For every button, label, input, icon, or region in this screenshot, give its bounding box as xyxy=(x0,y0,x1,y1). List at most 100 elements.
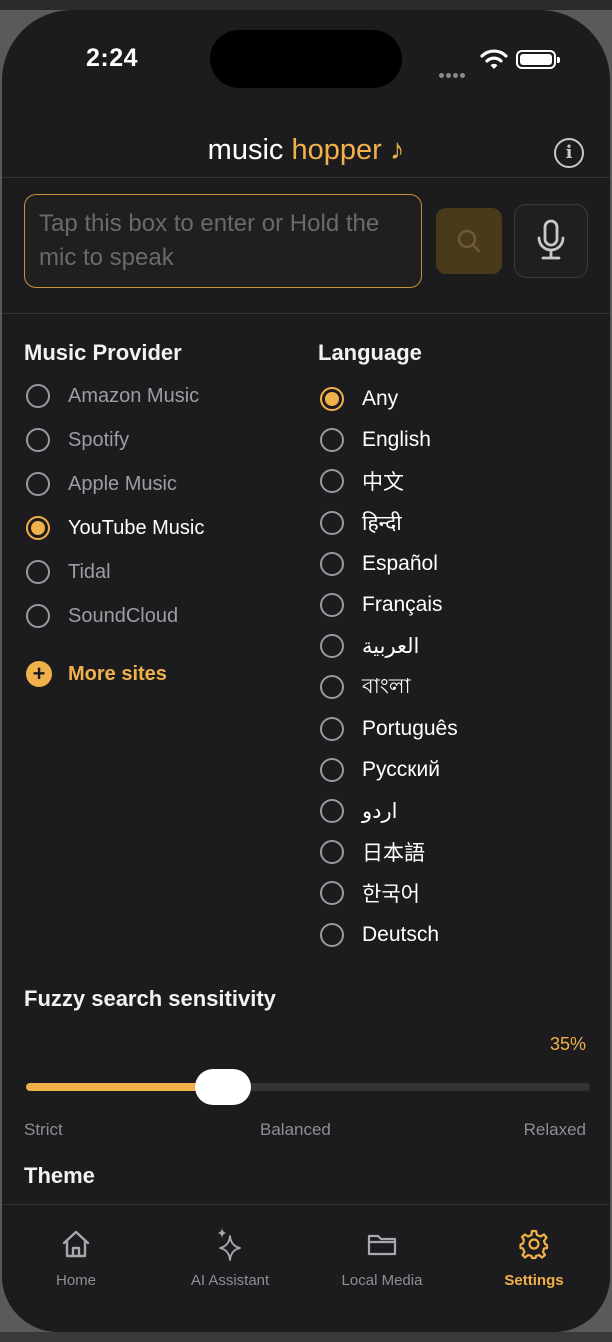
radio-label: Русский xyxy=(362,757,440,781)
language-option[interactable]: English xyxy=(320,425,431,455)
language-option[interactable]: हिन्दी xyxy=(320,508,402,538)
language-option[interactable]: 日本語 xyxy=(320,837,425,867)
radio-button[interactable] xyxy=(320,428,344,453)
header-divider xyxy=(2,177,610,178)
gear-icon xyxy=(519,1229,549,1260)
radio-button[interactable] xyxy=(26,472,50,496)
music-provider-title: Music Provider xyxy=(24,340,182,365)
radio-label: Any xyxy=(362,387,399,410)
radio-button[interactable] xyxy=(26,604,50,628)
radio-label: 中文 xyxy=(362,471,404,495)
search-input[interactable] xyxy=(39,207,399,277)
music-provider-option[interactable]: Amazon Music xyxy=(26,381,199,411)
tab-ai-assistant[interactable]: AI Assistant xyxy=(160,1227,300,1289)
music-provider-option[interactable]: Spotify xyxy=(26,425,129,455)
radio-label: Deutsch xyxy=(362,922,440,946)
tab-bar: Home AI Assistant Local Media Settings xyxy=(2,1204,610,1332)
language-option[interactable]: 한국어 xyxy=(320,878,420,908)
radio-button[interactable] xyxy=(320,387,344,411)
radio-button[interactable] xyxy=(320,634,344,659)
dynamic-island xyxy=(210,30,402,88)
search-icon xyxy=(457,229,481,253)
fuzzy-title: Fuzzy search sensitivity xyxy=(24,986,276,1011)
language-option[interactable]: Español xyxy=(320,549,438,579)
microphone-button[interactable] xyxy=(514,204,588,278)
radio-button[interactable] xyxy=(320,469,344,494)
music-provider-option[interactable]: Apple Music xyxy=(26,469,177,499)
radio-label: Apple Music xyxy=(68,472,177,495)
language-option[interactable]: Any xyxy=(320,384,398,414)
radio-label: Tidal xyxy=(68,560,111,583)
language-option[interactable]: 中文 xyxy=(320,466,404,496)
more-sites-button[interactable]: + More sites xyxy=(26,661,167,687)
cellular-signal-icon xyxy=(439,65,467,83)
language-option[interactable]: Français xyxy=(320,590,443,620)
plus-icon: + xyxy=(26,661,52,687)
radio-label: 日本語 xyxy=(362,842,425,866)
radio-button[interactable] xyxy=(320,551,344,576)
tab-settings-label: Settings xyxy=(504,1272,564,1289)
app-title-plain: music xyxy=(207,134,284,166)
more-sites-label: More sites xyxy=(68,662,167,685)
search-box[interactable] xyxy=(24,194,422,288)
radio-label: हिन्दी xyxy=(362,511,402,535)
radio-label: Português xyxy=(362,716,458,740)
status-time: 2:24 xyxy=(86,44,139,72)
music-provider-option[interactable]: Tidal xyxy=(26,557,111,587)
microphone-icon xyxy=(537,219,565,260)
radio-label: Amazon Music xyxy=(68,384,200,407)
phone-screen: 2:24 music hopper ♪ i Music Provi xyxy=(2,10,610,1332)
app-title-accent: hopper ♪ xyxy=(291,134,405,166)
radio-button[interactable] xyxy=(320,757,344,782)
fuzzy-slider-fill xyxy=(26,1083,224,1091)
language-option[interactable]: Deutsch xyxy=(320,920,439,950)
fuzzy-slider-thumb[interactable] xyxy=(195,1069,252,1105)
radio-button[interactable] xyxy=(320,840,344,865)
slider-strict-label: Strict xyxy=(24,1120,63,1139)
radio-label: اردو xyxy=(362,799,398,823)
radio-button[interactable] xyxy=(320,716,344,741)
radio-label: SoundCloud xyxy=(68,604,179,627)
radio-button[interactable] xyxy=(320,675,344,700)
language-option[interactable]: اردو xyxy=(320,796,397,826)
radio-button[interactable] xyxy=(320,799,344,823)
radio-label: YouTube Music xyxy=(68,516,205,539)
radio-button[interactable] xyxy=(320,593,344,617)
fuzzy-slider-track[interactable] xyxy=(26,1069,590,1105)
music-provider-option[interactable]: YouTube Music xyxy=(26,513,204,543)
tab-home-label: Home xyxy=(55,1272,96,1289)
device-frame-top xyxy=(0,0,612,10)
radio-label: العربية xyxy=(362,634,420,658)
fuzzy-percentage: 35% xyxy=(549,1034,586,1054)
radio-button[interactable] xyxy=(320,922,344,947)
radio-button[interactable] xyxy=(320,510,344,535)
tab-home[interactable]: Home xyxy=(6,1227,146,1289)
language-option[interactable]: العربية xyxy=(320,631,419,661)
search-button[interactable] xyxy=(436,208,502,274)
radio-label: বাংলা xyxy=(362,674,411,698)
radio-button[interactable] xyxy=(26,428,50,452)
theme-title: Theme xyxy=(24,1163,95,1188)
battery-icon xyxy=(516,50,560,69)
music-provider-option[interactable]: SoundCloud xyxy=(26,601,178,631)
info-icon[interactable]: i xyxy=(554,138,584,168)
radio-button[interactable] xyxy=(26,516,50,540)
radio-button[interactable] xyxy=(26,384,50,408)
radio-button[interactable] xyxy=(26,560,50,584)
tab-local-media[interactable]: Local Media xyxy=(312,1227,452,1289)
radio-button[interactable] xyxy=(320,881,344,906)
wifi-icon xyxy=(480,48,508,75)
language-title: Language xyxy=(318,340,422,365)
search-divider xyxy=(2,313,610,314)
home-icon xyxy=(62,1230,90,1258)
slider-relaxed-label: Relaxed xyxy=(523,1120,586,1139)
language-option[interactable]: বাংলা xyxy=(320,672,411,702)
tab-ai-assistant-label: AI Assistant xyxy=(190,1272,270,1289)
sparkles-icon xyxy=(218,1228,241,1261)
language-option[interactable]: Português xyxy=(320,714,458,744)
language-option[interactable]: Русский xyxy=(320,755,440,785)
slider-balanced-label: Balanced xyxy=(260,1120,331,1139)
app-title: music hopper ♪ xyxy=(2,134,610,167)
tab-settings[interactable]: Settings xyxy=(464,1227,604,1289)
radio-label: 한국어 xyxy=(362,883,420,907)
